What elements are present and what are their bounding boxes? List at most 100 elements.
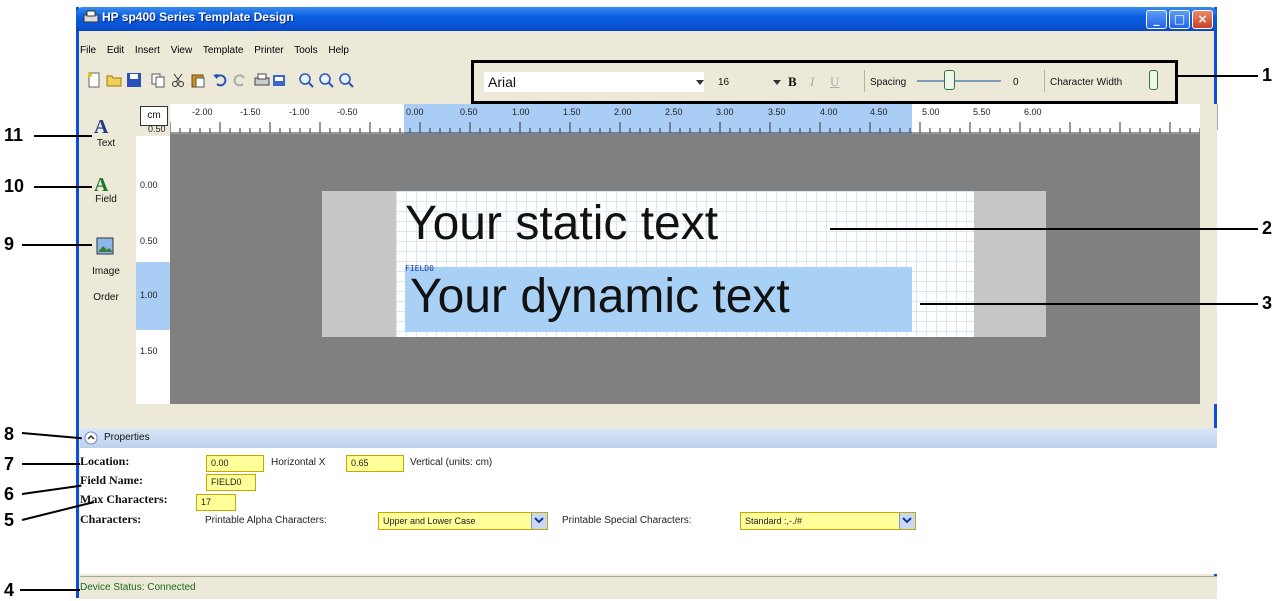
zoom-fit-icon[interactable] — [338, 72, 354, 88]
menu-bar: File Edit Insert View Template Printer T… — [80, 45, 357, 56]
properties-header[interactable] — [80, 428, 1217, 448]
printer-app-icon — [83, 10, 99, 23]
print-preview-icon[interactable] — [272, 72, 288, 88]
static-text-element[interactable]: Your static text — [405, 195, 718, 253]
minimize-button[interactable]: _ — [1146, 10, 1167, 29]
vertical-scrollbar[interactable] — [1200, 104, 1217, 404]
ruler-tick-label: 4.00 — [820, 107, 838, 117]
menu-insert[interactable]: Insert — [135, 45, 160, 56]
callout-3: 3 — [1262, 293, 1273, 313]
callout-2: 2 — [1262, 218, 1273, 238]
ruler-tick-label: -2.00 — [192, 107, 213, 117]
callout-11: 11 — [4, 125, 24, 145]
field-tool-label[interactable]: Field — [86, 194, 126, 205]
dynamic-text-element[interactable]: Your dynamic text — [410, 268, 790, 326]
collapse-icon[interactable] — [84, 431, 98, 445]
undo-icon[interactable] — [212, 72, 228, 88]
bold-button[interactable]: B — [788, 74, 797, 90]
paste-icon[interactable] — [190, 72, 206, 88]
callout-line-9 — [22, 244, 92, 246]
open-folder-icon[interactable] — [106, 72, 122, 88]
menu-help[interactable]: Help — [328, 45, 349, 56]
ruler-tick-label: 0.00 — [140, 180, 158, 190]
callout-line-1 — [1178, 75, 1258, 77]
callout-10: 10 — [4, 176, 25, 196]
spacing-label: Spacing — [870, 77, 907, 88]
spacing-slider-track[interactable] — [917, 80, 1001, 82]
ruler-unit-button[interactable]: cm — [140, 106, 168, 126]
location-x-field[interactable]: 0.00 — [206, 455, 264, 472]
copy-icon[interactable] — [150, 72, 166, 88]
ruler-tick-label: 0.50 — [140, 236, 158, 246]
ruler-tick-label: 0.50 — [460, 107, 478, 117]
ruler-tick-label: 6.00 — [1024, 107, 1042, 117]
chevron-down-icon[interactable] — [773, 80, 781, 86]
callout-9: 9 — [4, 234, 15, 254]
status-bar — [80, 576, 1217, 599]
toolbar-separator — [864, 70, 865, 92]
ruler-tick-label: 1.00 — [140, 290, 158, 300]
location-label: Location: — [80, 454, 130, 468]
spacing-slider-thumb[interactable] — [944, 70, 955, 90]
ruler-tick-label: -1.00 — [289, 107, 310, 117]
window-title: HP sp400 Series Template Design — [102, 10, 294, 24]
ruler-tick-label: -1.50 — [240, 107, 261, 117]
menu-file[interactable]: File — [80, 45, 96, 56]
ruler-ticks — [170, 122, 1200, 134]
maximize-button[interactable]: □ — [1169, 10, 1190, 29]
character-width-dropdown[interactable] — [1149, 70, 1158, 90]
order-tool-label[interactable]: Order — [86, 292, 126, 303]
menu-printer[interactable]: Printer — [254, 45, 283, 56]
ruler-tick-label: 3.50 — [768, 107, 786, 117]
zoom-in-icon[interactable] — [298, 72, 314, 88]
special-characters-value: Standard :,-./# — [745, 516, 803, 526]
horizontal-label: Horizontal X — [271, 457, 326, 468]
menu-edit[interactable]: Edit — [107, 45, 124, 56]
callout-5: 5 — [4, 510, 15, 530]
menu-template[interactable]: Template — [203, 45, 244, 56]
cut-icon[interactable] — [170, 72, 186, 88]
callout-line-2 — [830, 228, 1258, 230]
field-name-input[interactable]: FIELD0 — [206, 474, 256, 491]
callout-8: 8 — [4, 424, 15, 444]
print-icon[interactable] — [254, 72, 270, 88]
special-characters-select[interactable]: Standard :,-./# — [740, 512, 916, 530]
ruler-tick-label: 1.00 — [512, 107, 530, 117]
menu-tools[interactable]: Tools — [294, 45, 317, 56]
location-y-field[interactable]: 0.65 — [346, 455, 404, 472]
image-tool-label[interactable]: Image — [86, 266, 126, 277]
callout-line-3 — [920, 303, 1258, 305]
field-name-label: Field Name: — [80, 473, 143, 487]
horizontal-scrollbar[interactable] — [170, 404, 1200, 420]
italic-button[interactable]: I — [810, 74, 814, 90]
ruler-tick-label: 2.00 — [614, 107, 632, 117]
text-tool-icon[interactable]: A — [94, 116, 108, 139]
chevron-down-icon[interactable] — [531, 513, 547, 529]
image-tool-icon[interactable] — [96, 237, 114, 255]
font-size-select[interactable]: 16 — [718, 77, 729, 88]
redo-icon[interactable] — [232, 72, 248, 88]
ruler-tick-label: -0.50 — [337, 107, 358, 117]
underline-button[interactable]: U — [830, 74, 839, 90]
max-characters-label: Max Characters: — [80, 492, 168, 506]
chevron-down-icon[interactable] — [696, 80, 704, 86]
character-width-label: Character Width — [1050, 77, 1123, 88]
spacing-value: 0 — [1013, 77, 1019, 88]
vertical-label: Vertical (units: cm) — [410, 457, 493, 468]
max-characters-input[interactable]: 17 — [196, 494, 236, 511]
callout-line-6 — [21, 484, 82, 495]
special-characters-label: Printable Special Characters: — [562, 515, 692, 526]
close-button[interactable]: × — [1192, 10, 1213, 29]
chevron-down-icon[interactable] — [899, 513, 915, 529]
ruler-tick-label: 1.50 — [563, 107, 581, 117]
font-family-select[interactable]: Arial — [484, 72, 704, 92]
alpha-characters-select[interactable]: Upper and Lower Case — [378, 512, 548, 530]
save-icon[interactable] — [126, 72, 142, 88]
zoom-out-icon[interactable] — [318, 72, 334, 88]
callout-line-10 — [34, 186, 92, 188]
callout-1: 1 — [1262, 65, 1273, 85]
menu-view[interactable]: View — [171, 45, 193, 56]
alpha-characters-label: Printable Alpha Characters: — [205, 515, 327, 526]
text-tool-label[interactable]: Text — [86, 138, 126, 149]
new-file-icon[interactable] — [86, 72, 102, 88]
